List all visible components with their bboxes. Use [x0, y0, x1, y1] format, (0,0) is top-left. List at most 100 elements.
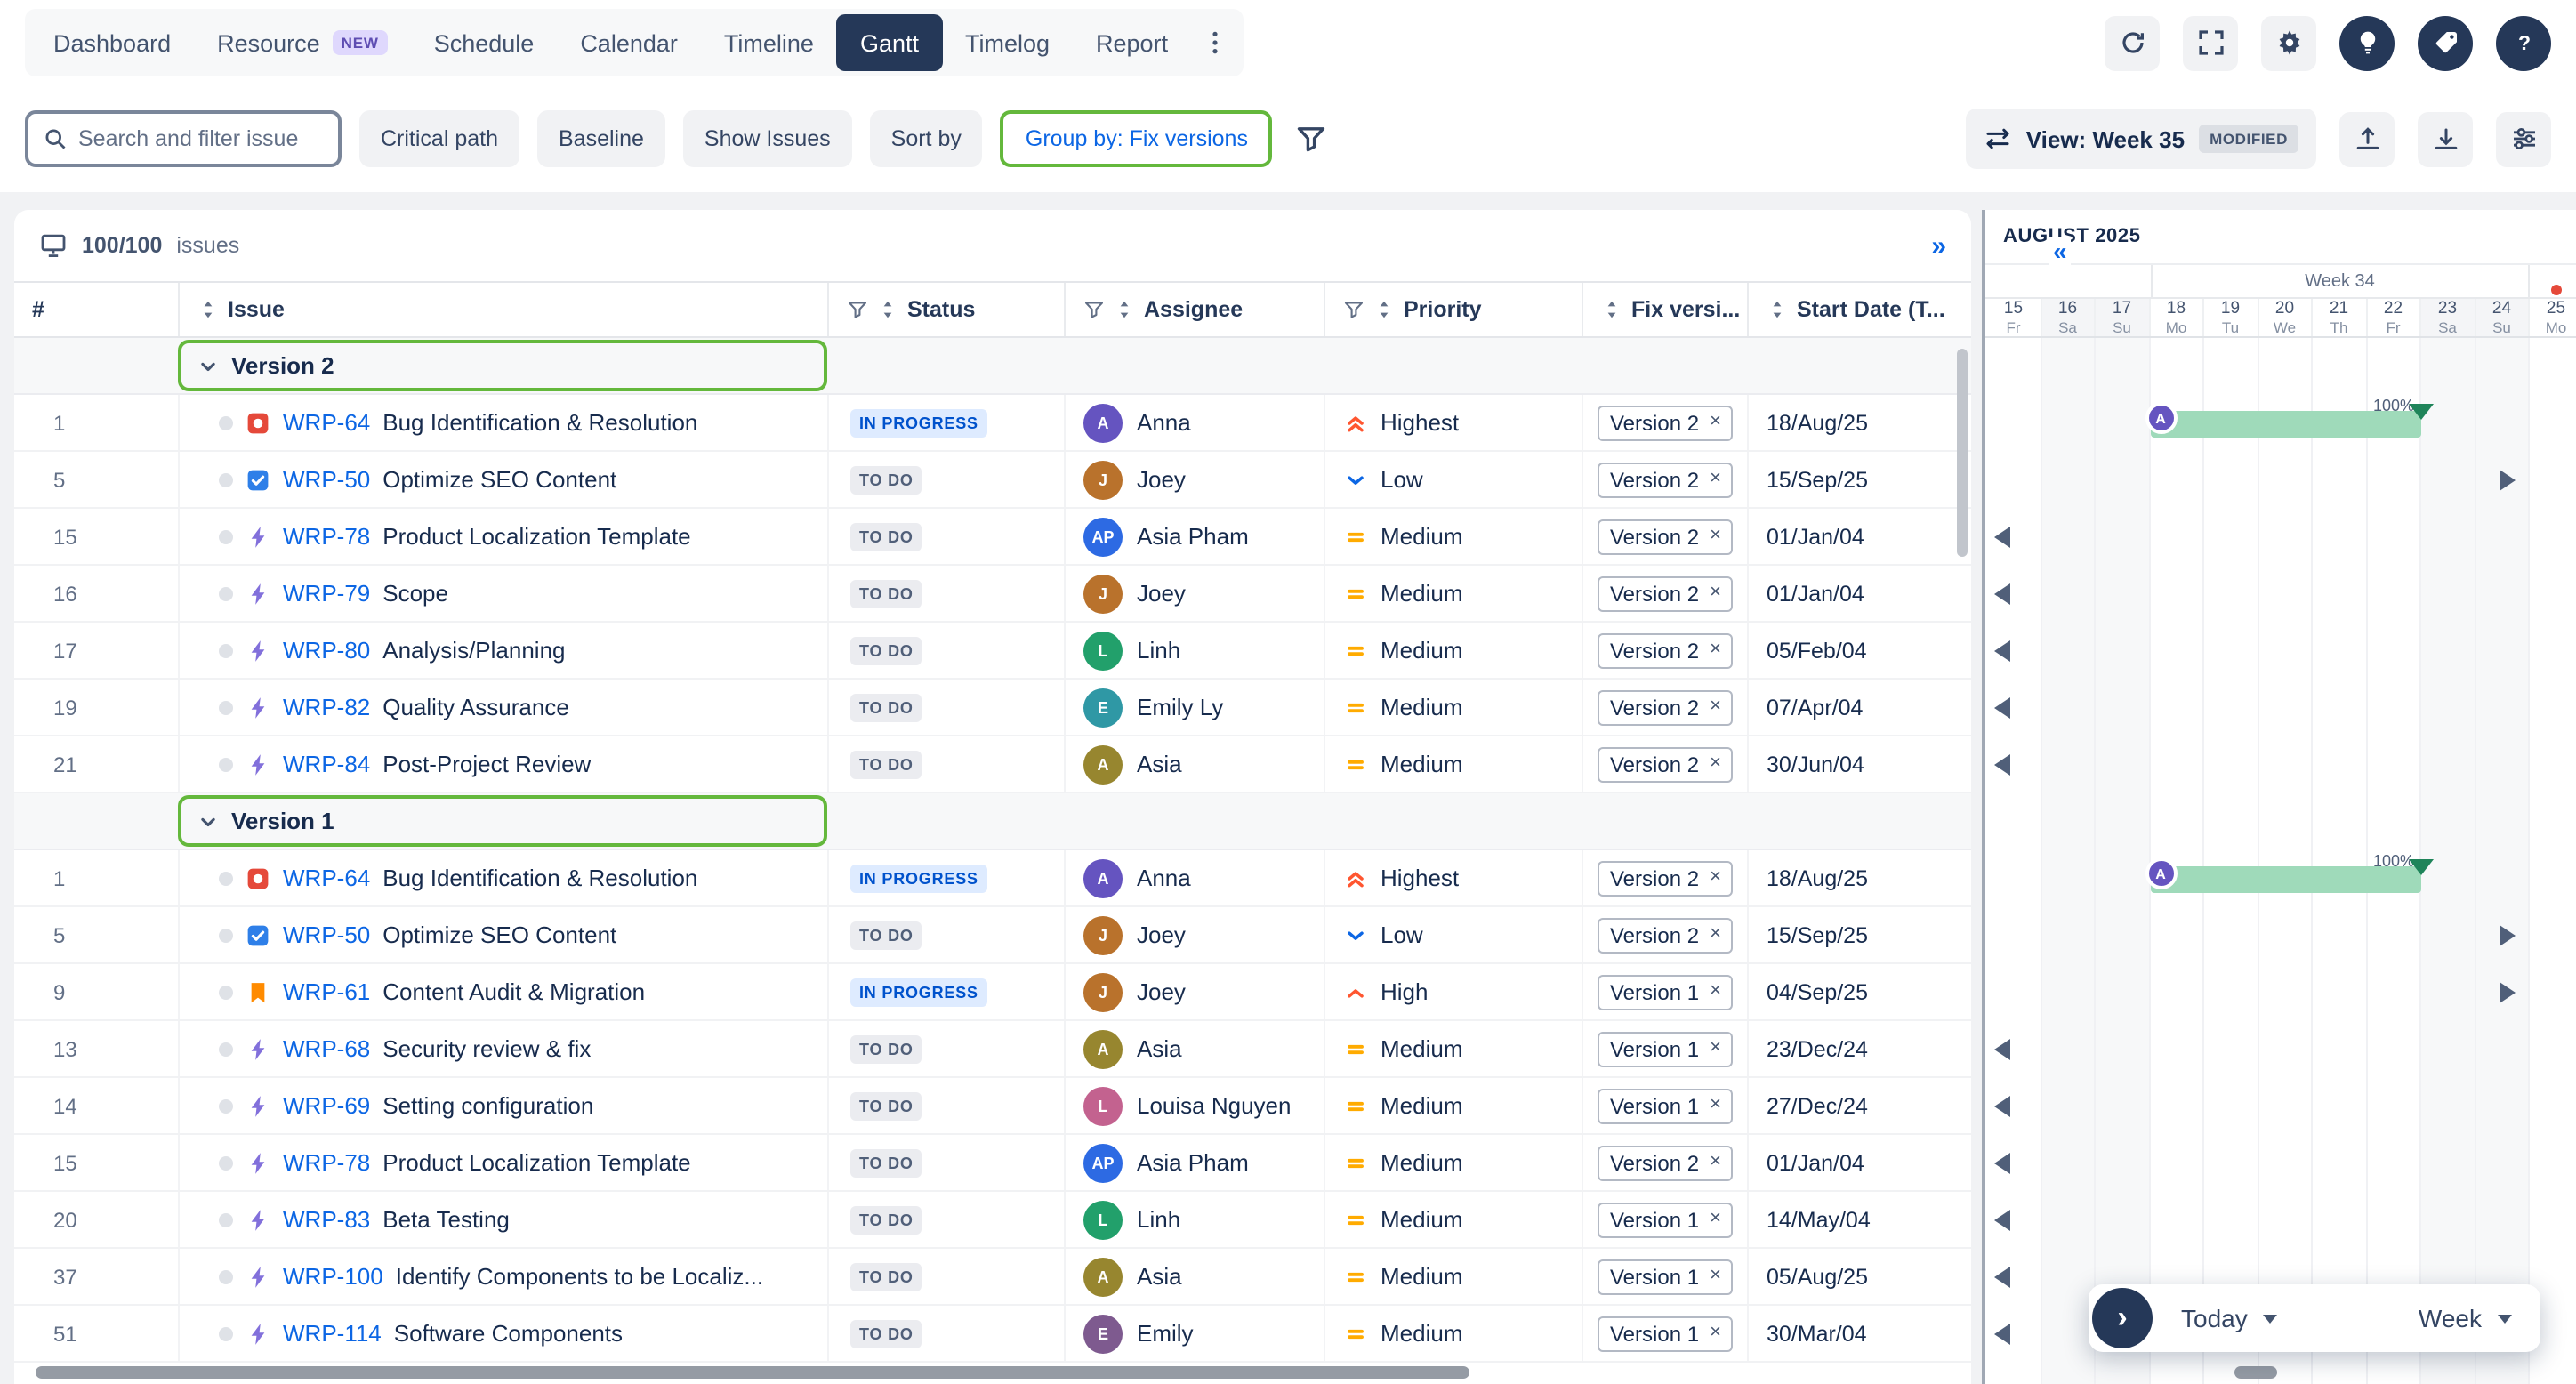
issue-key-link[interactable]: WRP-64: [283, 865, 370, 891]
settings-gear-button[interactable]: [2261, 15, 2316, 70]
bar-overflow-right-icon[interactable]: [2500, 470, 2516, 491]
nav-tab-resource[interactable]: ResourceNEW: [194, 14, 411, 71]
status-badge[interactable]: IN PROGRESS: [850, 978, 987, 1006]
drag-dot[interactable]: [219, 586, 233, 600]
issue-key-link[interactable]: WRP-82: [283, 694, 370, 720]
issue-key-link[interactable]: WRP-114: [283, 1320, 382, 1347]
fullscreen-button[interactable]: [2183, 15, 2238, 70]
bar-overflow-left-icon[interactable]: [1994, 527, 2010, 548]
fix-version-tag[interactable]: Version 1×: [1598, 1088, 1734, 1123]
remove-version-icon[interactable]: ×: [1710, 697, 1721, 717]
bar-overflow-right-icon[interactable]: [2500, 925, 2516, 946]
remove-version-icon[interactable]: ×: [1710, 1324, 1721, 1343]
fix-version-tag[interactable]: Version 1×: [1598, 1202, 1734, 1237]
drag-dot[interactable]: [219, 1326, 233, 1340]
bar-overflow-left-icon[interactable]: [1994, 1039, 2010, 1060]
fix-version-tag[interactable]: Version 2×: [1598, 405, 1734, 440]
drag-dot[interactable]: [219, 1212, 233, 1227]
drag-dot[interactable]: [219, 757, 233, 771]
issue-key-link[interactable]: WRP-84: [283, 751, 370, 777]
group-by-button[interactable]: Group by: Fix versions: [1001, 110, 1273, 167]
fix-version-tag[interactable]: Version 1×: [1598, 1316, 1734, 1351]
upload-button[interactable]: [2339, 111, 2395, 166]
drag-dot[interactable]: [219, 985, 233, 999]
fix-version-tag[interactable]: Version 2×: [1598, 860, 1734, 896]
issue-key-link[interactable]: WRP-83: [283, 1206, 370, 1233]
remove-version-icon[interactable]: ×: [1710, 868, 1721, 888]
issue-key-link[interactable]: WRP-80: [283, 637, 370, 664]
column-header-[interactable]: #: [14, 283, 178, 336]
remove-version-icon[interactable]: ×: [1710, 754, 1721, 774]
remove-version-icon[interactable]: ×: [1710, 1039, 1721, 1058]
search-box[interactable]: [25, 110, 342, 167]
status-badge[interactable]: TO DO: [850, 1034, 922, 1063]
fix-version-tag[interactable]: Version 2×: [1598, 462, 1734, 497]
issue-key-link[interactable]: WRP-64: [283, 409, 370, 436]
sync-button[interactable]: [2105, 15, 2160, 70]
fix-version-tag[interactable]: Version 2×: [1598, 519, 1734, 554]
drag-dot[interactable]: [219, 529, 233, 543]
view-settings-button[interactable]: [2496, 111, 2551, 166]
status-badge[interactable]: TO DO: [850, 1262, 922, 1291]
status-badge[interactable]: IN PROGRESS: [850, 864, 987, 892]
bar-overflow-left-icon[interactable]: [1994, 754, 2010, 776]
drag-dot[interactable]: [219, 1269, 233, 1283]
toolbar-button-sort-by[interactable]: Sort by: [870, 110, 983, 167]
status-badge[interactable]: TO DO: [850, 579, 922, 608]
tag-button[interactable]: [2418, 15, 2473, 70]
column-header-assignee[interactable]: Assignee: [1064, 283, 1324, 336]
panel-divider[interactable]: [1971, 210, 1982, 1384]
bar-overflow-right-icon[interactable]: [2500, 982, 2516, 1003]
fix-version-tag[interactable]: Version 2×: [1598, 917, 1734, 953]
fix-version-tag[interactable]: Version 2×: [1598, 632, 1734, 668]
drag-dot[interactable]: [219, 928, 233, 942]
lightbulb-button[interactable]: [2339, 15, 2395, 70]
drag-dot[interactable]: [219, 1042, 233, 1056]
status-badge[interactable]: TO DO: [850, 921, 922, 949]
remove-version-icon[interactable]: ×: [1710, 982, 1721, 1002]
column-header-fix-versi[interactable]: Fix versi...: [1582, 283, 1747, 336]
nav-tab-gantt[interactable]: Gantt: [837, 14, 942, 71]
today-button[interactable]: Today: [2181, 1304, 2278, 1332]
issue-key-link[interactable]: WRP-78: [283, 523, 370, 550]
zoom-select[interactable]: Week: [2419, 1304, 2512, 1332]
group-header-version-2[interactable]: Version 2: [178, 340, 827, 391]
collapse-panel-icon[interactable]: «: [2049, 237, 2071, 265]
drag-dot[interactable]: [219, 415, 233, 430]
gantt-bar[interactable]: [2150, 411, 2421, 438]
bar-overflow-left-icon[interactable]: [1994, 640, 2010, 662]
remove-version-icon[interactable]: ×: [1710, 413, 1721, 432]
issue-key-link[interactable]: WRP-79: [283, 580, 370, 607]
status-badge[interactable]: TO DO: [850, 1148, 922, 1177]
remove-version-icon[interactable]: ×: [1710, 470, 1721, 489]
column-header-status[interactable]: Status: [827, 283, 1064, 336]
toolbar-button-show-issues[interactable]: Show Issues: [683, 110, 852, 167]
drag-dot[interactable]: [219, 472, 233, 487]
issue-key-link[interactable]: WRP-50: [283, 921, 370, 948]
bar-overflow-left-icon[interactable]: [1994, 1324, 2010, 1345]
nav-tab-timeline[interactable]: Timeline: [701, 14, 837, 71]
download-button[interactable]: [2418, 111, 2473, 166]
fix-version-tag[interactable]: Version 1×: [1598, 1031, 1734, 1066]
table-horizontal-scrollbar[interactable]: [36, 1366, 1469, 1379]
issue-key-link[interactable]: WRP-68: [283, 1035, 370, 1062]
status-badge[interactable]: TO DO: [850, 693, 922, 721]
fix-version-tag[interactable]: Version 2×: [1598, 746, 1734, 782]
toolbar-button-baseline[interactable]: Baseline: [537, 110, 665, 167]
nav-tab-timelog[interactable]: Timelog: [942, 14, 1073, 71]
status-badge[interactable]: TO DO: [850, 1319, 922, 1348]
remove-version-icon[interactable]: ×: [1710, 1153, 1721, 1172]
drag-dot[interactable]: [219, 871, 233, 885]
column-header-issue[interactable]: Issue: [178, 283, 827, 336]
gantt-bar[interactable]: [2150, 866, 2421, 893]
group-header-version-1[interactable]: Version 1: [178, 795, 827, 847]
drag-dot[interactable]: [219, 1155, 233, 1170]
scroll-right-button[interactable]: ›: [2092, 1288, 2153, 1348]
drag-dot[interactable]: [219, 643, 233, 657]
more-menu-button[interactable]: [1191, 28, 1237, 57]
status-badge[interactable]: TO DO: [850, 636, 922, 664]
table-vertical-scrollbar[interactable]: [1957, 349, 1968, 557]
remove-version-icon[interactable]: ×: [1710, 583, 1721, 603]
bar-overflow-left-icon[interactable]: [1994, 1267, 2010, 1288]
expand-panel-button[interactable]: »: [1931, 230, 1946, 261]
